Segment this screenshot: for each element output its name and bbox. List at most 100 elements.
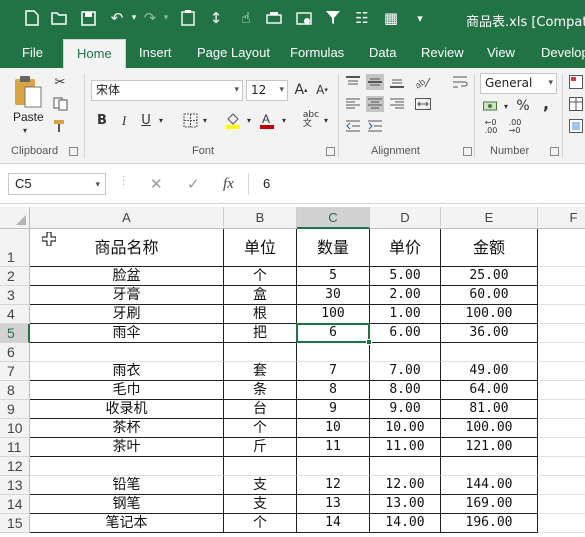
align-bottom-icon[interactable] xyxy=(388,74,406,90)
cell-a14[interactable]: 钢笔 xyxy=(30,495,224,514)
row-header-8[interactable]: 8 xyxy=(0,381,30,400)
phonetic-dropdown-icon[interactable]: ▾ xyxy=(322,116,330,126)
undo-dropdown-icon[interactable]: ▾ xyxy=(126,10,142,26)
format-painter-icon[interactable] xyxy=(52,118,68,134)
row-header-13[interactable]: 13 xyxy=(0,476,30,495)
format-painter-icon[interactable] xyxy=(296,10,312,26)
tab-formulas[interactable]: Formulas xyxy=(290,38,344,68)
grid-icon[interactable]: ▦ xyxy=(383,10,399,26)
drag-handle-icon[interactable]: · · · xyxy=(122,173,125,191)
tab-home[interactable]: Home xyxy=(63,39,126,69)
paste-dropdown-icon[interactable]: ▾ xyxy=(20,126,30,136)
row-header-15[interactable]: 15 xyxy=(0,514,30,533)
cell-d1[interactable]: 单价 xyxy=(370,229,441,267)
italic-button[interactable]: I xyxy=(116,112,132,128)
row-header-4[interactable]: 4 xyxy=(0,305,30,324)
number-launcher-icon[interactable] xyxy=(550,147,559,156)
cell-d13[interactable]: 12.00 xyxy=(370,476,441,495)
cell-b4[interactable]: 根 xyxy=(224,305,297,324)
increase-decimal-icon[interactable]: ←0.00 xyxy=(482,118,500,136)
tab-page-layout[interactable]: Page Layout xyxy=(197,38,270,68)
paste-icon[interactable] xyxy=(10,74,46,110)
cell-d6[interactable] xyxy=(370,343,441,362)
cell-d3[interactable]: 2.00 xyxy=(370,286,441,305)
cell-a5[interactable]: 雨伞 xyxy=(30,324,224,343)
bold-button[interactable]: B xyxy=(94,112,110,128)
conditional-format-icon[interactable] xyxy=(568,74,584,90)
cell-a1[interactable]: 商品名称 xyxy=(30,229,224,267)
cancel-edit-button[interactable]: ✕ xyxy=(150,174,163,194)
select-all-button[interactable] xyxy=(0,207,30,229)
row-header-2[interactable]: 2 xyxy=(0,267,30,286)
cell-d10[interactable]: 10.00 xyxy=(370,419,441,438)
cell-a3[interactable]: 牙膏 xyxy=(30,286,224,305)
cell-a4[interactable]: 牙刷 xyxy=(30,305,224,324)
cell-e13[interactable]: 144.00 xyxy=(441,476,538,495)
font-launcher-icon[interactable] xyxy=(326,147,335,156)
cell-e7[interactable]: 49.00 xyxy=(441,362,538,381)
row-header-14[interactable]: 14 xyxy=(0,495,30,514)
orientation-icon[interactable]: ab xyxy=(412,74,434,90)
phonetic-icon[interactable]: abc 文 xyxy=(300,110,322,130)
underline-dropdown-icon[interactable]: ▾ xyxy=(157,116,165,126)
cell-b13[interactable]: 支 xyxy=(224,476,297,495)
cell-b3[interactable]: 盒 xyxy=(224,286,297,305)
cell-e1[interactable]: 金额 xyxy=(441,229,538,267)
column-header-e[interactable]: E xyxy=(441,207,538,229)
cell-a8[interactable]: 毛巾 xyxy=(30,381,224,400)
cell-e8[interactable]: 64.00 xyxy=(441,381,538,400)
cell-b11[interactable]: 斤 xyxy=(224,438,297,457)
more-icon[interactable]: ▾ xyxy=(412,10,428,26)
decrease-indent-icon[interactable] xyxy=(344,118,362,134)
shrink-font-icon[interactable]: A ▾ xyxy=(314,82,330,98)
row-header-3[interactable]: 3 xyxy=(0,286,30,305)
cell-e6[interactable] xyxy=(441,343,538,362)
cell-c7[interactable]: 7 xyxy=(297,362,370,381)
cell-e12[interactable] xyxy=(441,457,538,476)
cell-c11[interactable]: 11 xyxy=(297,438,370,457)
cell-a2[interactable]: 脸盆 xyxy=(30,267,224,286)
cell-a13[interactable]: 铅笔 xyxy=(30,476,224,495)
cell-c14[interactable]: 13 xyxy=(297,495,370,514)
cell-styles-icon[interactable] xyxy=(568,118,584,134)
copy-icon[interactable] xyxy=(52,96,70,112)
worksheet-grid[interactable]: A B C D E F 1 商品名称 单位 数量 单价 金额 2 脸盆个 5 5.00 25.00 3 牙膏盒 30 2… xyxy=(0,204,585,537)
percent-button[interactable]: % xyxy=(515,98,531,114)
cell-a10[interactable]: 茶杯 xyxy=(30,419,224,438)
confirm-edit-button[interactable]: ✓ xyxy=(187,174,200,194)
tab-insert[interactable]: Insert xyxy=(139,38,172,68)
touch-mode-icon[interactable]: ☝ xyxy=(238,10,254,26)
cell-d14[interactable]: 13.00 xyxy=(370,495,441,514)
cell-e15[interactable]: 196.00 xyxy=(441,514,538,533)
accounting-format-icon[interactable] xyxy=(482,98,500,114)
merge-center-icon[interactable] xyxy=(412,96,434,112)
increase-indent-icon[interactable] xyxy=(366,118,384,134)
clipboard-launcher-icon[interactable] xyxy=(69,147,78,156)
cell-e3[interactable]: 60.00 xyxy=(441,286,538,305)
column-header-c[interactable]: C xyxy=(297,207,370,229)
align-left-icon[interactable] xyxy=(344,96,362,112)
cell-e4[interactable]: 100.00 xyxy=(441,305,538,324)
accounting-dropdown-icon[interactable]: ▾ xyxy=(502,102,510,112)
filter-icon[interactable] xyxy=(325,10,341,26)
align-center-icon[interactable] xyxy=(366,96,384,112)
tab-file[interactable]: File xyxy=(22,38,43,68)
cell-d5[interactable]: 6.00 xyxy=(370,324,441,343)
row-header-5[interactable]: 5 xyxy=(0,324,30,343)
cell-b2[interactable]: 个 xyxy=(224,267,297,286)
cell-b6[interactable] xyxy=(224,343,297,362)
underline-button[interactable]: U xyxy=(138,112,154,128)
undo-icon[interactable]: ↶ xyxy=(109,10,125,26)
align-middle-icon[interactable] xyxy=(366,74,384,90)
cell-e14[interactable]: 169.00 xyxy=(441,495,538,514)
paste-values-icon[interactable] xyxy=(180,10,196,26)
tab-view[interactable]: View xyxy=(487,38,515,68)
row-header-1[interactable]: 1 xyxy=(0,229,30,267)
column-header-f[interactable]: F xyxy=(538,207,585,229)
cell-d7[interactable]: 7.00 xyxy=(370,362,441,381)
borders-dropdown-icon[interactable]: ▾ xyxy=(201,116,209,126)
cell-c6[interactable] xyxy=(297,343,370,362)
cell-a6[interactable] xyxy=(30,343,224,362)
cell-e10[interactable]: 100.00 xyxy=(441,419,538,438)
cell-e5[interactable]: 36.00 xyxy=(441,324,538,343)
